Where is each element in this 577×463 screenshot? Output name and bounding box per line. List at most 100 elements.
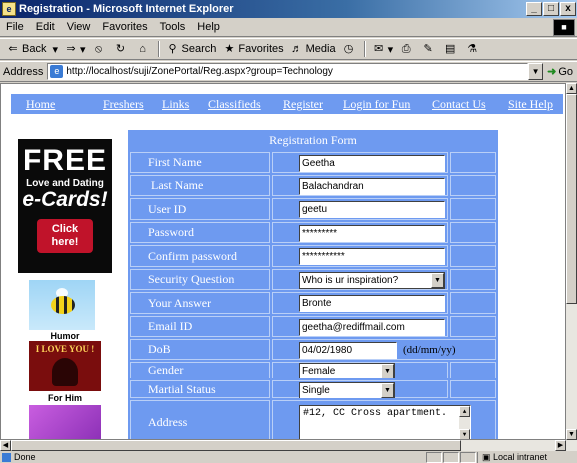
nav-classifieds-link[interactable]: Classifieds [208,97,261,112]
history-icon: ◷ [343,43,354,55]
ad-ecards-text: e-Cards! [22,188,108,211]
discuss-icon: ▤ [444,43,456,55]
edit-button[interactable]: ✎ [418,42,440,56]
refresh-button[interactable]: ↻ [111,42,133,56]
address-dropdown-button[interactable]: ▼ [528,63,544,80]
email-cell: geetha@rediffmail.com [272,316,448,337]
scroll-thumb[interactable] [566,94,577,304]
page-horizontal-scrollbar[interactable]: ◀ ▶ [0,440,577,451]
chevron-down-icon[interactable]: ▼ [381,383,394,398]
favorites-button[interactable]: ★ Favorites [219,42,286,56]
forward-button[interactable]: ⇒ ▾ [61,42,89,56]
toolbar-separator [363,41,366,57]
marital-status-select[interactable]: Single ▼ [299,382,395,399]
confirm-password-row: Confirm password *********** [128,243,498,267]
go-arrow-icon: ➜ [547,66,557,78]
scroll-thumb[interactable] [11,440,461,451]
menu-favorites[interactable]: Favorites [96,21,153,33]
ecards-ad-banner[interactable]: FREE Love and Dating e-Cards! Click here… [18,139,112,273]
security-question-row: Security Question Who is ur inspiration?… [128,267,498,290]
messenger-icon: ⚗ [467,43,478,55]
last-name-spacer [450,175,496,196]
dob-input[interactable]: 04/02/1980 [299,342,397,359]
intranet-zone-icon: ▣ [482,451,494,462]
minimize-button[interactable]: _ [526,2,542,16]
humor-card-thumbnail[interactable] [29,280,95,330]
password-input[interactable]: ********* [299,225,445,242]
maximize-button[interactable]: □ [543,2,559,16]
chevron-down-icon[interactable]: ▼ [431,273,444,288]
for-him-label[interactable]: For Him [18,393,112,403]
back-button[interactable]: ⇐ Back [3,42,49,56]
mail-button[interactable]: ✉ ▾ [369,42,397,56]
forward-arrow-icon: ⇒ [66,43,76,55]
search-button[interactable]: ⚲ Search [163,42,220,56]
nav-site-help-link[interactable]: Site Help [508,97,553,112]
address-scrollbar[interactable]: ▲ ▼ [459,406,470,439]
menu-edit[interactable]: Edit [30,21,61,33]
go-button[interactable]: ➜ Go [543,65,577,79]
answer-input[interactable]: Bronte [299,295,445,312]
email-spacer [450,316,496,337]
edit-icon: ✎ [423,43,433,55]
marital-status-value: Single [302,385,330,396]
back-dropdown-button[interactable]: ▾ [49,43,61,56]
scroll-left-icon[interactable]: ◀ [0,440,11,451]
security-question-select[interactable]: Who is ur inspiration? ▼ [299,272,445,289]
first-name-row: First Name Geetha [128,150,498,173]
couple-silhouette-icon [52,358,78,386]
scroll-up-icon[interactable]: ▲ [566,83,577,94]
password-spacer [450,222,496,243]
menu-tools[interactable]: Tools [154,21,192,33]
user-id-input[interactable]: geetu [299,201,445,218]
nav-home-link[interactable]: Home [26,97,55,112]
scroll-down-icon[interactable]: ▼ [566,429,577,440]
window-title-bar: e Registration - Microsoft Internet Expl… [0,0,577,18]
humor-label[interactable]: Humor [18,331,112,341]
go-label: Go [558,65,573,78]
confirm-password-input[interactable]: *********** [299,248,445,265]
love-card-thumbnail[interactable]: I LOVE YOU ! [29,341,101,391]
nav-contact-us-link[interactable]: Contact Us [432,97,486,112]
address-field-cell: #12, CC Cross apartment. ▲ ▼ [272,400,496,439]
address-textarea[interactable]: #12, CC Cross apartment. ▲ ▼ [299,405,471,439]
media-button[interactable]: ♬ Media [287,42,339,56]
status-text: Done [0,452,426,462]
close-button[interactable]: x [560,2,576,16]
scroll-down-icon[interactable]: ▼ [459,429,470,439]
gender-spacer [450,362,496,379]
scroll-right-icon[interactable]: ▶ [555,440,566,451]
nav-links-link[interactable]: Links [162,97,189,112]
stop-button[interactable]: ⦸ [89,42,111,56]
user-id-cell: geetu [272,198,448,220]
windows-logo-icon: ■ [553,19,575,36]
confirm-password-cell: *********** [272,245,448,267]
marital-status-cell: Single ▼ [272,380,448,399]
last-name-input[interactable]: Balachandran [299,178,445,195]
home-icon: ⌂ [139,43,146,55]
security-question-label: Security Question [130,269,270,290]
print-button[interactable]: ⎙ [396,42,418,56]
scroll-up-icon[interactable]: ▲ [459,406,470,417]
home-button[interactable]: ⌂ [133,42,155,56]
first-name-input[interactable]: Geetha [299,155,445,172]
confirm-password-spacer [450,245,496,267]
page-vertical-scrollbar[interactable]: ▲ ▼ [566,83,577,440]
email-input[interactable]: geetha@rediffmail.com [299,319,445,336]
messenger-button[interactable]: ⚗ [462,42,484,56]
ad-click-here-button[interactable]: Click here! [37,219,93,253]
back-label: Back [22,43,47,55]
nav-login-for-fun-link[interactable]: Login for Fun [343,97,410,112]
for-him-card-thumbnail[interactable] [29,405,101,439]
address-input[interactable]: e http://localhost/suji/ZonePortal/Reg.a… [47,63,529,80]
gender-row: Gender Female ▼ [128,360,498,380]
history-button[interactable]: ◷ [339,42,361,56]
nav-freshers-link[interactable]: Freshers [103,97,144,112]
menu-view[interactable]: View [61,21,97,33]
stop-icon: ⦸ [94,43,103,55]
menu-file[interactable]: File [0,21,30,33]
discuss-button[interactable]: ▤ [440,42,462,56]
nav-register-link[interactable]: Register [283,97,323,112]
menu-help[interactable]: Help [191,21,226,33]
chevron-down-icon[interactable]: ▼ [381,364,394,379]
